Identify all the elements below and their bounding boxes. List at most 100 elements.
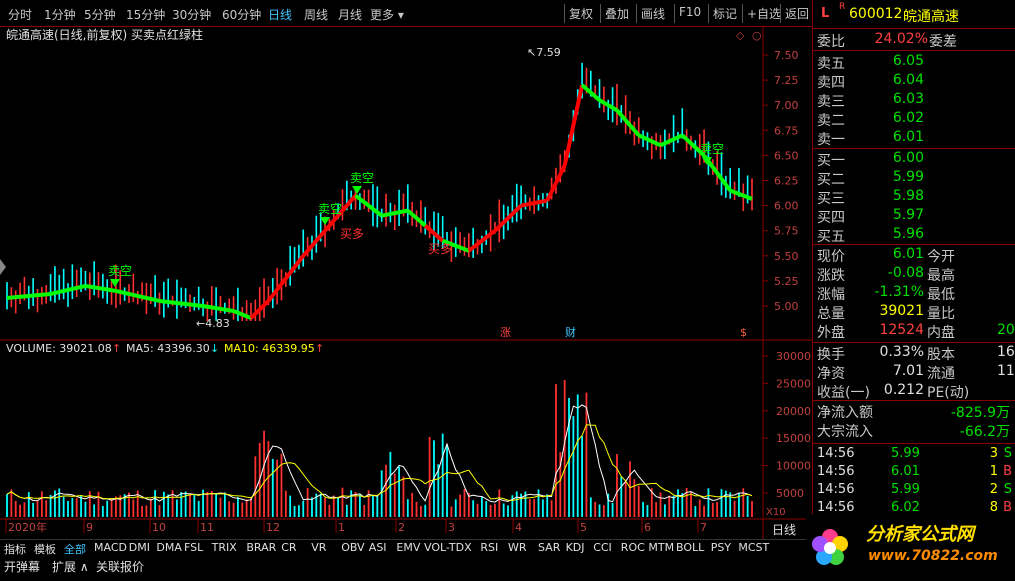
signal-segment <box>746 195 753 201</box>
volume-tick-label: 5000 <box>776 487 804 500</box>
volume-tick-label: 25000 <box>776 377 811 390</box>
bid-label: 买三 <box>817 191 845 207</box>
tab-fsl[interactable]: FSL <box>184 541 203 554</box>
period-3[interactable]: 15分钟 <box>126 6 165 23</box>
period-2[interactable]: 5分钟 <box>84 6 116 23</box>
period-7[interactable]: 周线 <box>304 6 328 23</box>
tab-wr[interactable]: WR <box>508 541 527 554</box>
toolbar-button-5[interactable]: +自选 <box>742 4 785 23</box>
tab-mtm[interactable]: MTM <box>648 541 674 554</box>
ask-price: 6.04 <box>892 72 924 88</box>
y-tick-label: 7.50 <box>774 49 799 62</box>
toolbar-button-6[interactable]: 返回 <box>780 4 813 23</box>
signal-segment <box>371 207 379 214</box>
ask-label: 卖一 <box>817 132 845 148</box>
tick-time: 14:56 <box>817 500 855 515</box>
event-marker[interactable]: 财 <box>565 325 576 339</box>
tick-side: B <box>1003 500 1012 515</box>
y-tick-label: 5.75 <box>774 225 799 238</box>
tab-psy[interactable]: PSY <box>711 541 731 554</box>
tab-vol-tdx[interactable]: VOL-TDX <box>424 541 472 554</box>
signal-segment <box>176 301 182 306</box>
quote-value: 12524 <box>879 322 924 338</box>
period-9[interactable]: 更多 ▾ <box>370 6 404 23</box>
tick-volume: 3 <box>989 446 998 461</box>
chart-title: 皖通高速(日线,前复权) 买卖点红绿柱 <box>6 27 203 42</box>
tab-cr[interactable]: CR <box>281 541 296 554</box>
tab-mcst[interactable]: MCST <box>738 541 769 554</box>
y-tick-label: 5.25 <box>774 275 799 288</box>
tab-cci[interactable]: CCI <box>593 541 612 554</box>
signal-segment <box>589 91 597 98</box>
period-1[interactable]: 1分钟 <box>44 6 76 23</box>
signal-segment <box>241 312 248 319</box>
tab-trix[interactable]: TRIX <box>212 541 237 554</box>
weibi-value: 24.02% <box>874 31 928 47</box>
toolbar-button-4[interactable]: 标记 <box>708 4 741 23</box>
quote-row: 外盘 12524 内盘 20 <box>813 322 1015 344</box>
quote-label-2: 内盘 <box>927 325 955 341</box>
event-marker[interactable]: 涨 <box>500 326 511 339</box>
bottom-item-2[interactable]: 关联报价 <box>96 558 144 575</box>
tab-模板[interactable]: 模板 <box>34 541 56 557</box>
bid-price: 6.00 <box>892 150 924 166</box>
quote-value: 6.01 <box>892 246 924 262</box>
tick-side: S <box>1003 446 1012 461</box>
period-4[interactable]: 30分钟 <box>172 6 211 23</box>
toolbar-button-3[interactable]: F10 <box>674 4 705 23</box>
period-5[interactable]: 60分钟 <box>222 6 261 23</box>
event-marker[interactable]: $ <box>740 326 747 339</box>
y-tick-label: 5.00 <box>774 300 799 313</box>
tab-emv[interactable]: EMV <box>396 541 420 554</box>
tab-vr[interactable]: VR <box>311 541 326 554</box>
signal-segment <box>159 298 165 304</box>
signal-segment <box>154 298 160 303</box>
tab-指标[interactable]: 指标 <box>4 541 26 557</box>
tab-dma[interactable]: DMA <box>156 541 182 554</box>
signal-segment <box>403 208 409 214</box>
tab-obv[interactable]: OBV <box>341 541 364 554</box>
signal-segment <box>145 296 152 301</box>
high-price-label: ↖7.59 <box>527 46 561 59</box>
tab-boll[interactable]: BOLL <box>676 541 704 554</box>
signal-segment <box>455 243 461 250</box>
period-8[interactable]: 月线 <box>338 6 362 23</box>
signal-segment <box>742 193 749 200</box>
tick-price: 6.02 <box>891 500 920 515</box>
period-0[interactable]: 分时 <box>8 6 32 23</box>
tab-kdj[interactable]: KDJ <box>566 541 585 554</box>
toolbar-button-1[interactable]: 叠加 <box>600 4 633 23</box>
signal-segment <box>54 289 60 295</box>
quote-value: 39021 <box>879 303 924 319</box>
signal-segment <box>367 204 375 211</box>
toolbar-button-2[interactable]: 画线 <box>636 4 669 23</box>
tab-rsi[interactable]: RSI <box>480 541 498 554</box>
tab-全部[interactable]: 全部 <box>64 541 86 557</box>
signal-segment <box>163 299 169 304</box>
tab-brar[interactable]: BRAR <box>246 541 276 554</box>
tab-macd[interactable]: MACD <box>94 541 127 554</box>
bottom-item-0[interactable]: 开弹幕 <box>4 558 40 575</box>
tab-sar[interactable]: SAR <box>538 541 560 554</box>
signal-segment <box>181 301 186 306</box>
signal-segment <box>172 300 178 305</box>
quote-label: 总量 <box>817 306 845 322</box>
signal-segment <box>67 286 73 292</box>
tab-dmi[interactable]: DMI <box>129 541 150 554</box>
bottom-item-1[interactable]: 扩展 ∧ <box>52 558 89 575</box>
tab-asi[interactable]: ASI <box>369 541 387 554</box>
signal-segment <box>167 299 173 305</box>
ma10-up-arrow-icon: ↑ <box>315 342 324 355</box>
y-tick-label: 6.25 <box>774 175 799 188</box>
kline-chart[interactable]: 皖通高速(日线,前复权) 买卖点红绿柱 ◇ ○ 7.50 7.25 7.00 6.75 6.5… <box>0 27 812 539</box>
tick-price: 5.99 <box>891 482 920 497</box>
toolbar-button-0[interactable]: 复权 <box>564 4 597 23</box>
ma10-label: MA10: 46339.95 <box>224 342 315 355</box>
quote-panel: L R 600012 皖通高速 委比 24.02% 委差 卖五 6.05 卖四 6.0… <box>812 0 1015 520</box>
x-axis-label: 9 <box>86 521 93 534</box>
bid-label: 买一 <box>817 153 845 169</box>
period-6[interactable]: 日线 <box>268 6 292 23</box>
signal-segment <box>80 283 86 289</box>
quote-label-2: 今开 <box>927 249 955 265</box>
tab-roc[interactable]: ROC <box>621 541 645 554</box>
